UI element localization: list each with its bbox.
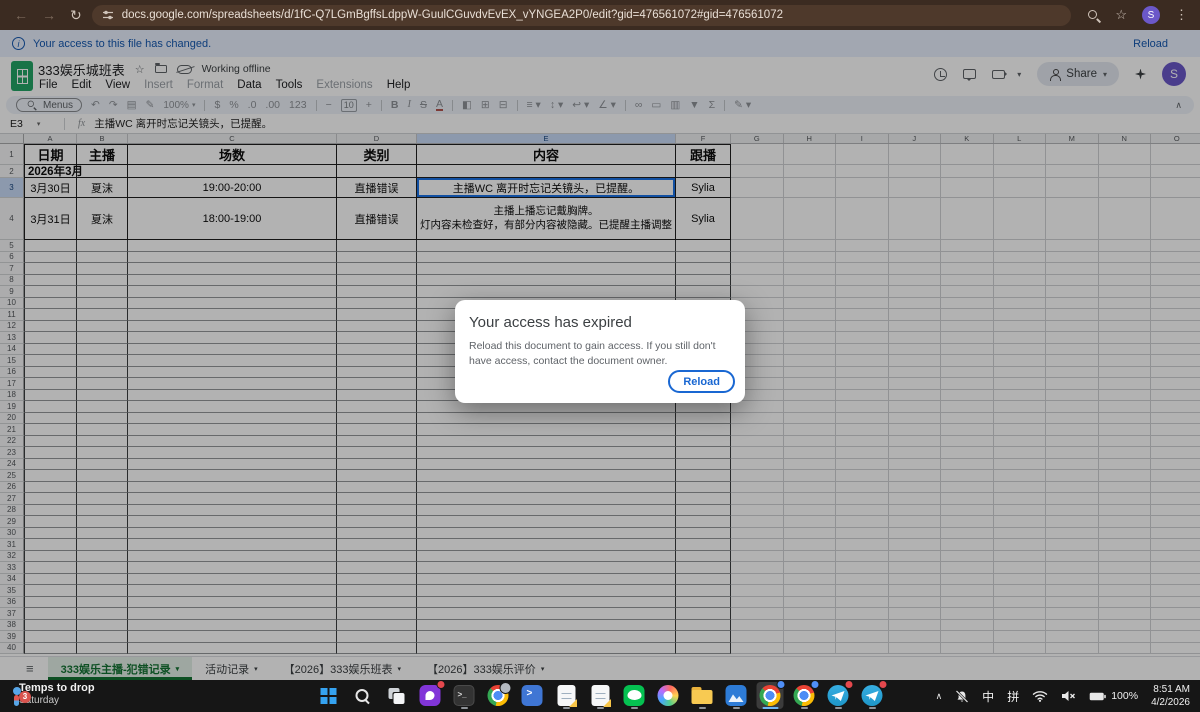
telegram-icon[interactable] xyxy=(825,682,852,709)
running-indicator xyxy=(597,707,604,709)
chrome-active-icon[interactable] xyxy=(757,682,784,709)
running-indicator xyxy=(762,707,778,709)
running-indicator xyxy=(869,707,876,709)
badge xyxy=(811,680,820,689)
running-indicator xyxy=(563,707,570,709)
address-bar[interactable]: docs.google.com/spreadsheets/d/1fC-Q7LGm… xyxy=(92,5,1072,26)
dialog-reload-button[interactable]: Reload xyxy=(668,370,735,393)
battery-indicator[interactable]: 100% xyxy=(1089,690,1138,702)
clock-time: 8:51 AM xyxy=(1151,683,1190,696)
site-settings-icon xyxy=(102,9,114,21)
telegram-2-icon[interactable] xyxy=(859,682,886,709)
notepad-icon[interactable] xyxy=(553,682,580,709)
windows-taskbar: 3 Temps to drop Saturday ∧ 中 拼 xyxy=(0,680,1200,712)
wifi-icon[interactable] xyxy=(1032,690,1048,702)
running-indicator xyxy=(801,707,808,709)
badge xyxy=(777,680,786,689)
page: i Your access to this file has changed. … xyxy=(0,30,1200,680)
volume-muted-icon[interactable] xyxy=(1061,690,1076,702)
back-icon[interactable]: ← xyxy=(14,7,28,23)
battery-percent: 100% xyxy=(1111,690,1138,702)
taskbar-icons xyxy=(315,682,886,709)
chrome-profile-icon[interactable] xyxy=(485,682,512,709)
bookmark-star-icon[interactable]: ☆ xyxy=(1115,7,1127,23)
dialog-title: Your access has expired xyxy=(469,314,731,331)
terminal-icon[interactable] xyxy=(451,682,478,709)
ime-language-indicator[interactable]: 中 xyxy=(982,688,994,705)
search-icon[interactable] xyxy=(349,682,376,709)
running-indicator xyxy=(835,707,842,709)
weather-badge: 3 xyxy=(19,691,31,703)
badge xyxy=(879,680,888,689)
badge xyxy=(845,680,854,689)
windows-icon[interactable] xyxy=(315,682,342,709)
reload-icon[interactable]: ↻ xyxy=(70,7,82,24)
battery-icon xyxy=(1089,692,1106,701)
url-text: docs.google.com/spreadsheets/d/1fC-Q7LGm… xyxy=(122,9,783,21)
forward-icon[interactable]: → xyxy=(42,7,56,23)
zoom-search-icon[interactable] xyxy=(1087,9,1100,22)
running-indicator xyxy=(733,707,740,709)
photos-icon[interactable] xyxy=(723,682,750,709)
browser-menu-icon[interactable]: ⋮ xyxy=(1175,7,1188,23)
badge xyxy=(437,680,446,689)
clock-date: 4/2/2026 xyxy=(1151,696,1190,709)
folder-icon[interactable] xyxy=(689,682,716,709)
notepad-2-icon[interactable] xyxy=(587,682,614,709)
ime-pinyin-indicator[interactable]: 拼 xyxy=(1007,688,1019,705)
access-expired-dialog: Your access has expired Reload this docu… xyxy=(455,300,745,403)
system-tray: ∧ 中 拼 xyxy=(936,680,1190,712)
powershell-icon[interactable] xyxy=(519,682,546,709)
chat-icon[interactable] xyxy=(417,682,444,709)
weather-headline: Temps to drop xyxy=(19,682,95,695)
chrome-icon[interactable] xyxy=(791,682,818,709)
taskbar-clock[interactable]: 8:51 AM 4/2/2026 xyxy=(1151,683,1190,709)
running-indicator xyxy=(631,707,638,709)
copilot-icon[interactable] xyxy=(655,682,682,709)
running-indicator xyxy=(461,707,468,709)
weather-widget[interactable]: 3 Temps to drop Saturday xyxy=(10,682,95,707)
dialog-body: Reload this document to gain access. If … xyxy=(469,339,731,368)
browser-avatar[interactable]: S xyxy=(1142,6,1160,24)
running-indicator xyxy=(699,707,706,709)
browser-toolbar: ← → ↻ docs.google.com/spreadsheets/d/1fC… xyxy=(0,0,1200,30)
notifications-off-icon[interactable] xyxy=(955,690,969,703)
line-icon[interactable] xyxy=(621,682,648,709)
task-view-icon[interactable] xyxy=(383,682,410,709)
tray-chevron-icon[interactable]: ∧ xyxy=(936,691,943,702)
screen: ← → ↻ docs.google.com/spreadsheets/d/1fC… xyxy=(0,0,1200,712)
